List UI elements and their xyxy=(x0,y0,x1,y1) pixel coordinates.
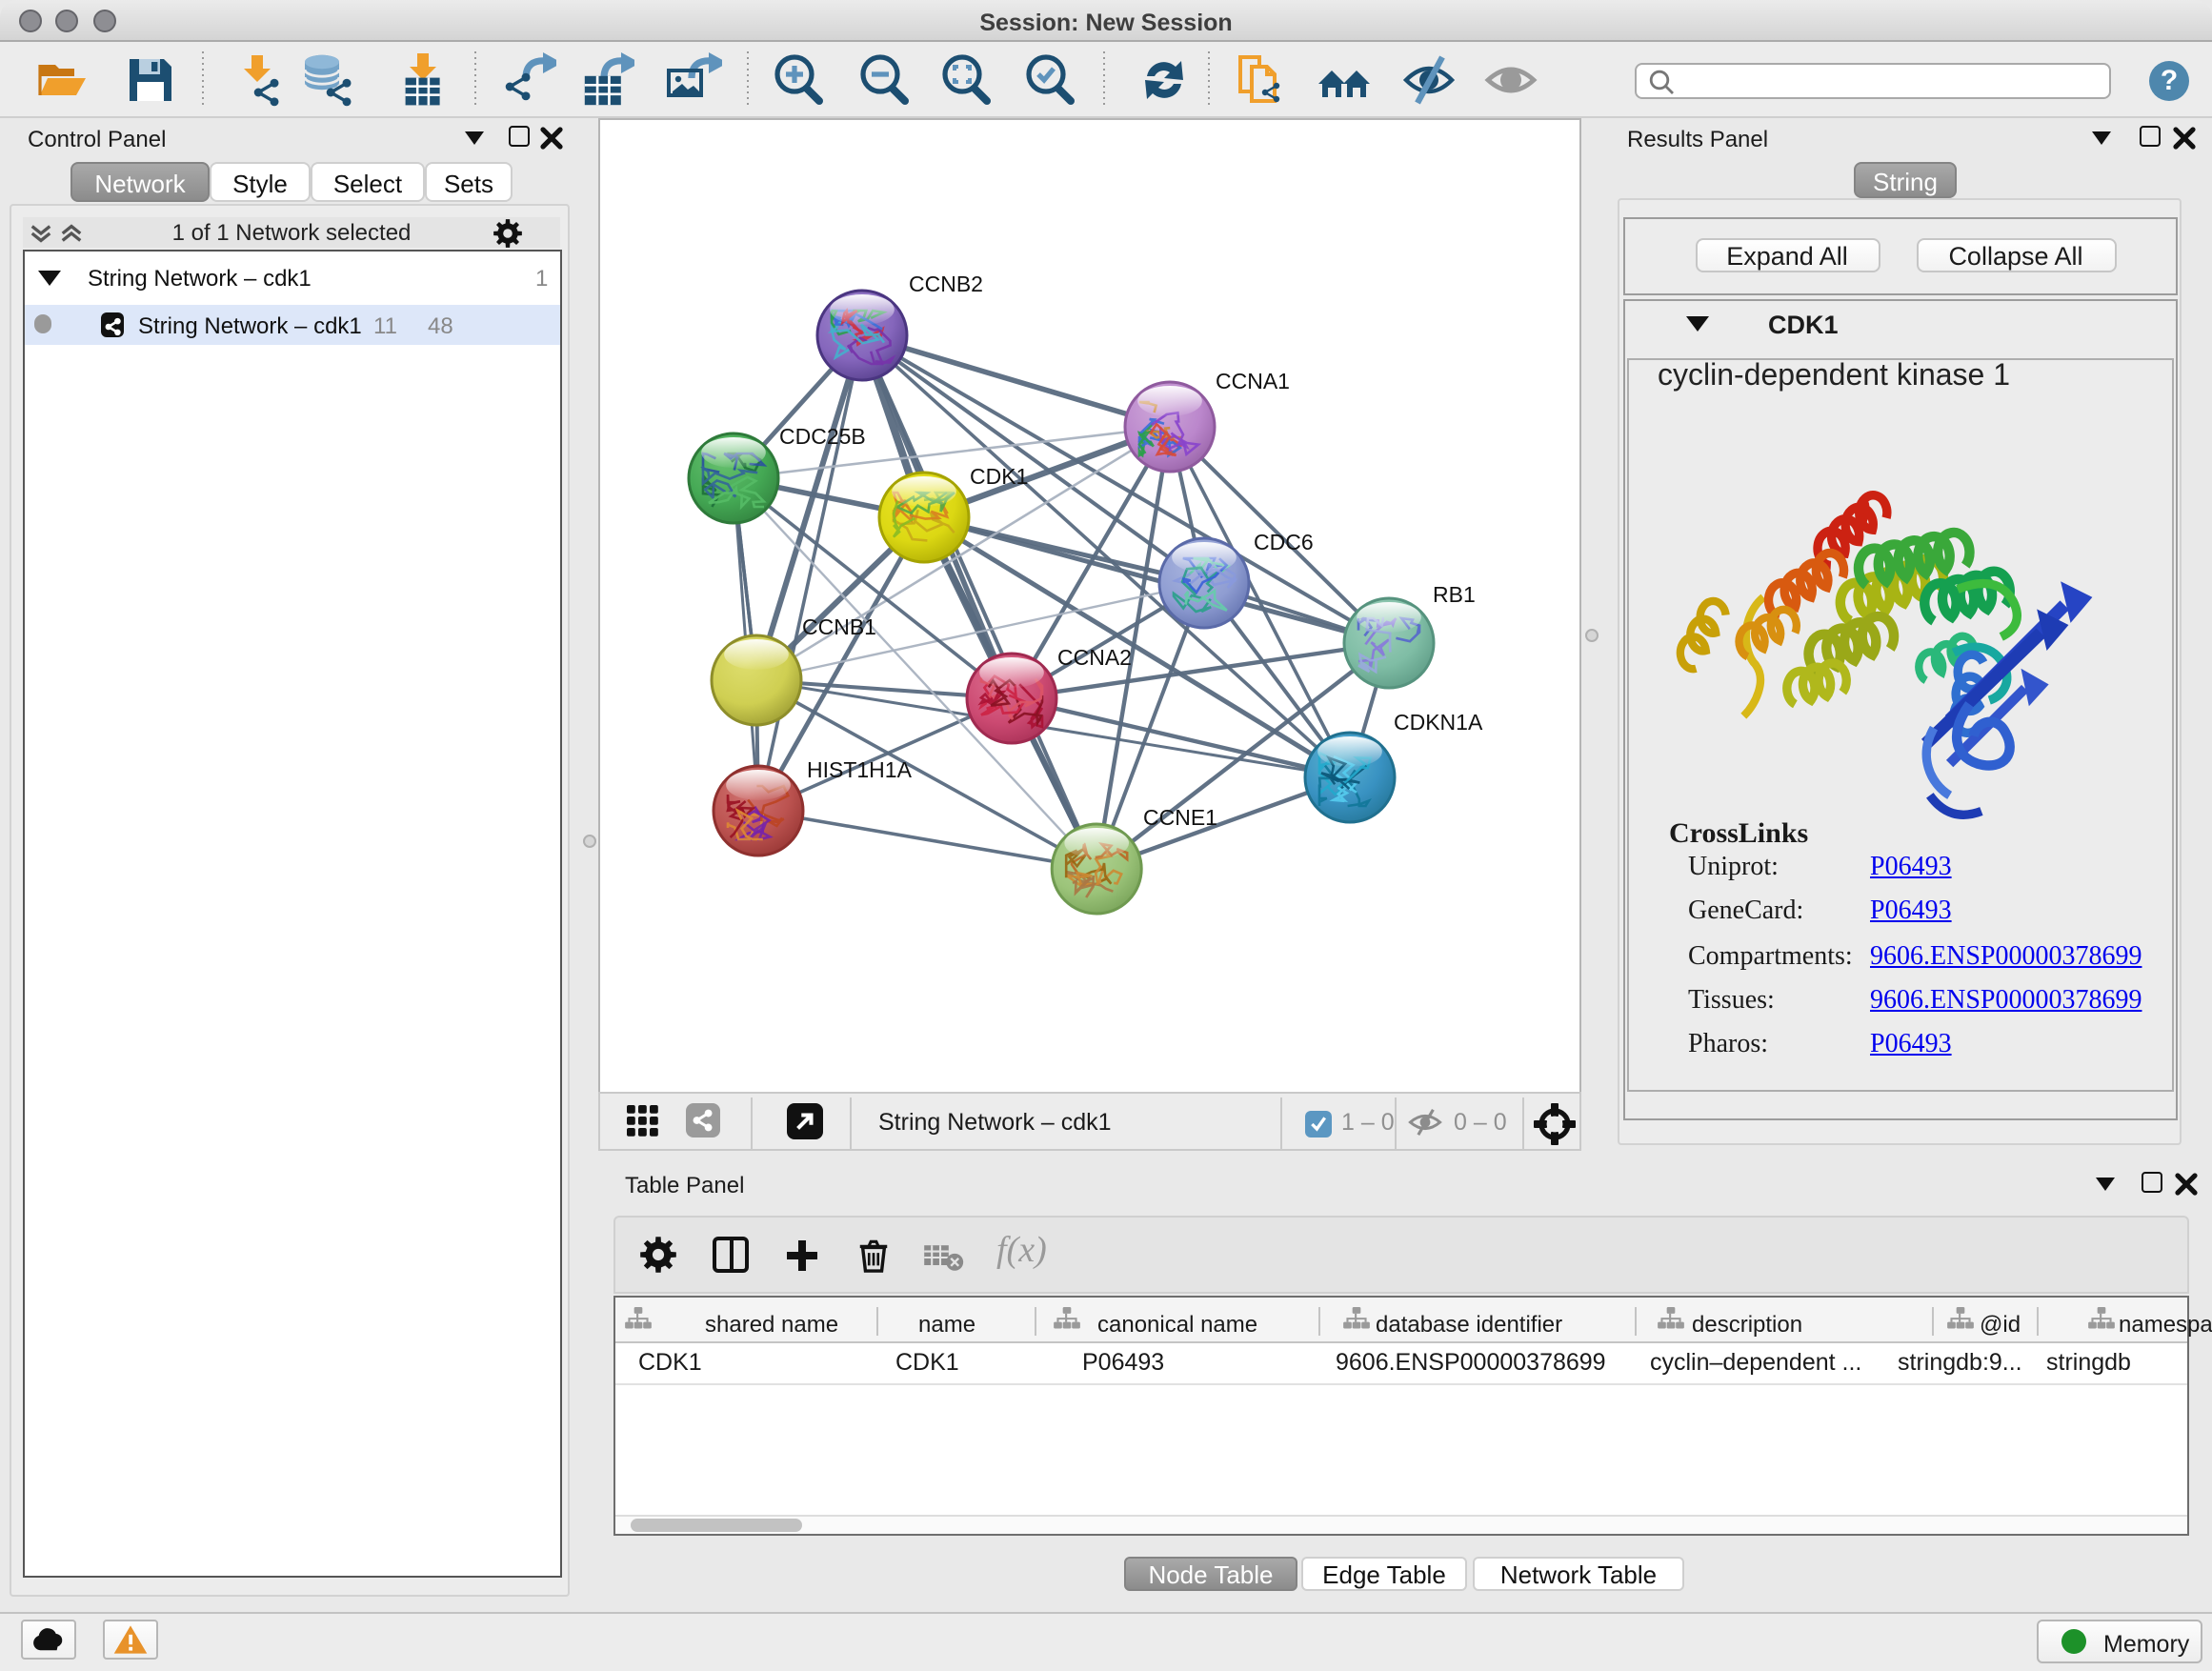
svg-text:CCNB1: CCNB1 xyxy=(802,614,876,639)
svg-text:CDK1: CDK1 xyxy=(970,464,1028,489)
svg-text:HIST1H1A: HIST1H1A xyxy=(807,757,913,782)
svg-text:CDC6: CDC6 xyxy=(1254,530,1314,554)
svg-text:CCNA2: CCNA2 xyxy=(1057,645,1132,670)
svg-text:CDKN1A: CDKN1A xyxy=(1394,710,1483,735)
svg-text:CDC25B: CDC25B xyxy=(779,424,866,449)
svg-text:CCNA1: CCNA1 xyxy=(1216,369,1290,393)
svg-text:RB1: RB1 xyxy=(1433,582,1476,607)
svg-text:CCNE1: CCNE1 xyxy=(1143,805,1217,830)
svg-text:CCNB2: CCNB2 xyxy=(909,272,983,296)
